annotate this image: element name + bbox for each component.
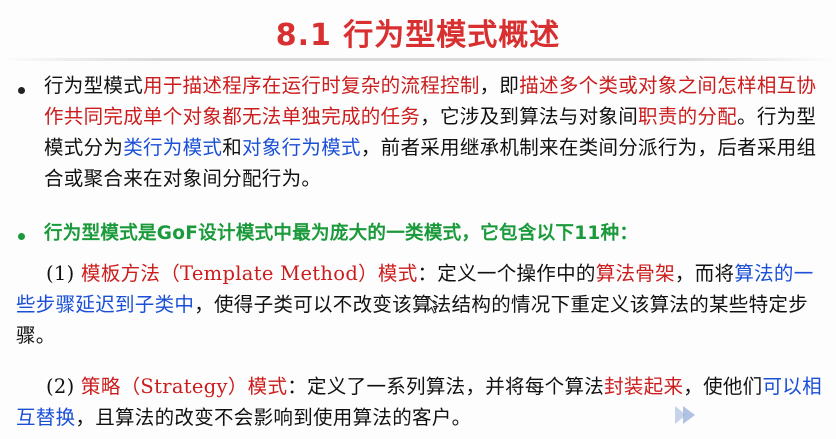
page-title: 8.1 行为型模式概述 — [275, 18, 561, 53]
paragraph-summary: 行为型模式是GoF设计模式中最为庞大的一类模式，它包含以下11种： — [44, 223, 639, 244]
emphasis-red: 模板方法（Template Method）模式 — [81, 262, 418, 285]
text-run: ：定义一个操作中的 — [417, 262, 596, 285]
player-logo-icon — [675, 406, 695, 424]
paragraph-strategy: (2) 策略（Strategy）模式：定义了一系列算法，并将每个算法封装起来，使… — [16, 371, 832, 433]
text-run: ，使他们 — [683, 375, 763, 398]
paragraph-overview: 行为型模式用于描述程序在运行时复杂的流程控制，即描述多个类或对象之间怎样相互协作… — [44, 70, 834, 194]
emphasis-blue: 对象行为模式 — [242, 136, 361, 159]
slide: 8.1 行为型模式概述 行为型模式用于描述程序在运行时复杂的流程控制，即描述多个… — [0, 0, 836, 439]
text-run: 行为型模式 — [44, 74, 144, 97]
emphasis-red: 策略（Strategy）模式 — [81, 375, 288, 398]
text-run: ，它涉及到算法与对象间 — [420, 105, 639, 128]
emphasis-red: 封装起来 — [604, 375, 684, 398]
item-number: (1) — [46, 262, 82, 285]
emphasis-red: 算法骨架 — [595, 262, 675, 285]
text-run: ，即 — [479, 74, 520, 97]
item-number: (2) — [46, 375, 82, 398]
bullet-dot — [18, 87, 25, 94]
title-divider — [0, 58, 836, 61]
text-run: ：定义了一系列算法，并将每个算法 — [287, 375, 605, 398]
mouse-pointer-icon — [427, 296, 439, 314]
text-run: 和 — [222, 136, 243, 159]
bullet-dot — [18, 233, 25, 240]
paragraph-template-method: (1) 模板方法（Template Method）模式：定义一个操作中的算法骨架… — [16, 258, 832, 351]
emphasis-red: 用于描述程序在运行时复杂的流程控制 — [143, 74, 480, 97]
text-run: ，而将 — [674, 262, 735, 285]
text-run: ，且算法的改变不会影响到使用算法的客户。 — [75, 406, 472, 429]
emphasis-red: 职责的分配 — [638, 105, 738, 128]
emphasis-blue: 类行为模式 — [123, 136, 223, 159]
